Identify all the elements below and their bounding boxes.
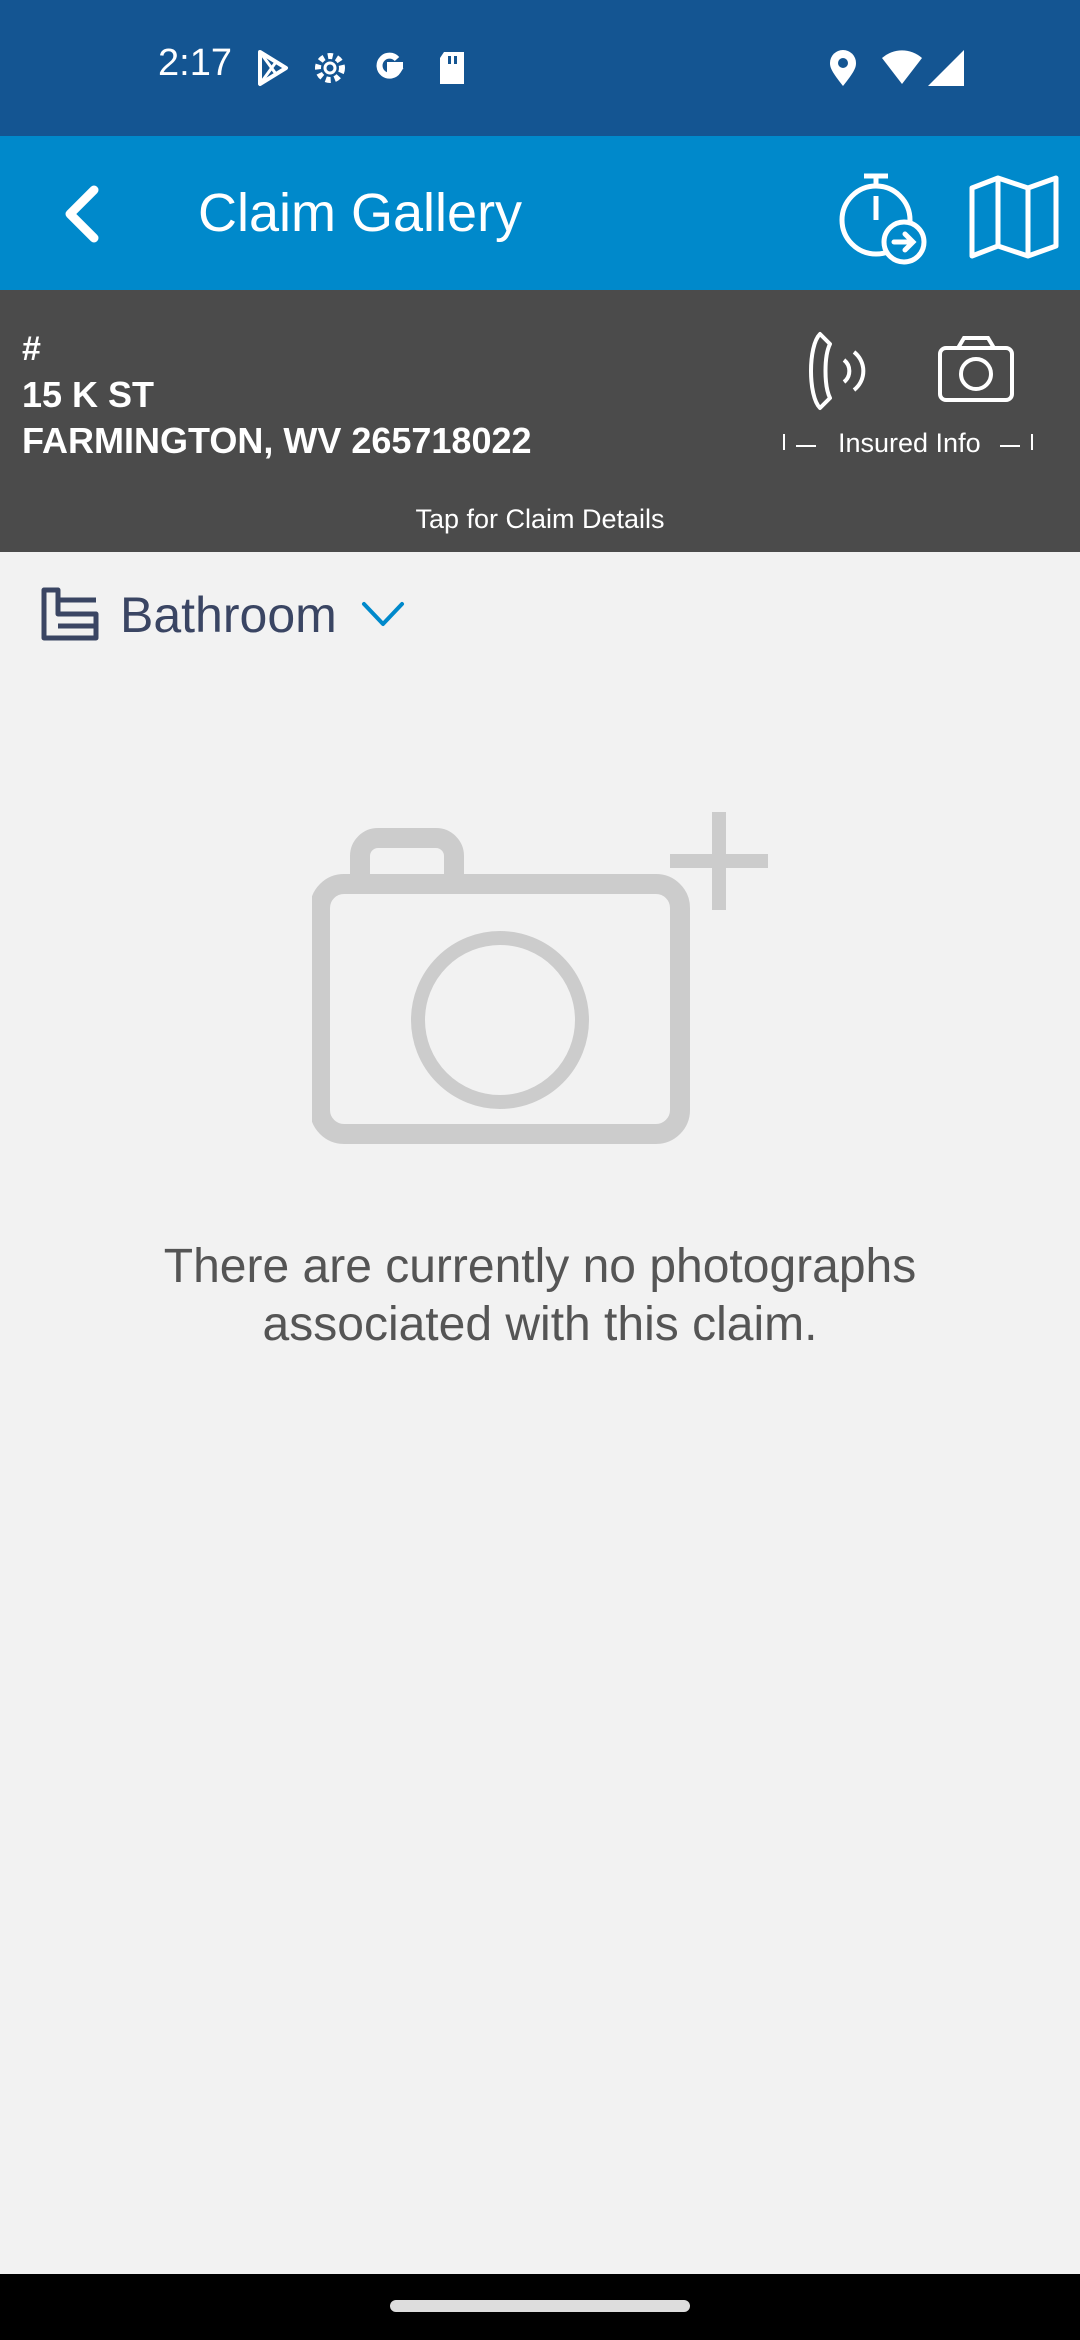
location-icon: [830, 50, 856, 86]
room-selected-label: Bathroom: [120, 587, 337, 643]
chevron-down-icon[interactable]: [360, 594, 406, 634]
play-store-icon: [258, 50, 288, 86]
claim-address-line2: FARMINGTON, WV 265718022: [22, 420, 532, 461]
claim-address-line1: 15 K ST: [22, 374, 155, 415]
empty-state-message: There are currently no photographs assoc…: [163, 1240, 917, 1351]
page-title: Claim Gallery: [198, 183, 523, 243]
claim-number: #: [22, 330, 41, 368]
status-bar: 2:17: [0, 0, 1080, 136]
status-time: 2:17: [158, 42, 232, 84]
google-icon: [376, 52, 404, 79]
sd-card-icon: [440, 52, 464, 84]
add-photo-icon[interactable]: [312, 800, 772, 1160]
phone-icon[interactable]: [800, 326, 880, 416]
map-icon[interactable]: [964, 166, 1064, 266]
claim-details-hint[interactable]: Tap for Claim Details: [0, 504, 1080, 535]
back-icon[interactable]: [40, 164, 140, 264]
wifi-icon: [882, 50, 922, 84]
claim-header[interactable]: # 15 K ST FARMINGTON, WV 265718022 Insur…: [0, 290, 1080, 552]
timer-icon[interactable]: [832, 166, 932, 266]
app-bar: Claim Gallery: [0, 136, 1080, 290]
insured-info-button[interactable]: Insured Info: [838, 428, 981, 459]
navigation-bar: [0, 2274, 1080, 2340]
camera-icon[interactable]: [936, 334, 1016, 404]
settings-icon: [315, 53, 345, 83]
signal-icon: [928, 50, 964, 86]
home-gesture-handle[interactable]: [390, 2300, 690, 2312]
bathtub-icon: [41, 587, 99, 641]
room-selector[interactable]: Bathroom: [40, 580, 420, 650]
